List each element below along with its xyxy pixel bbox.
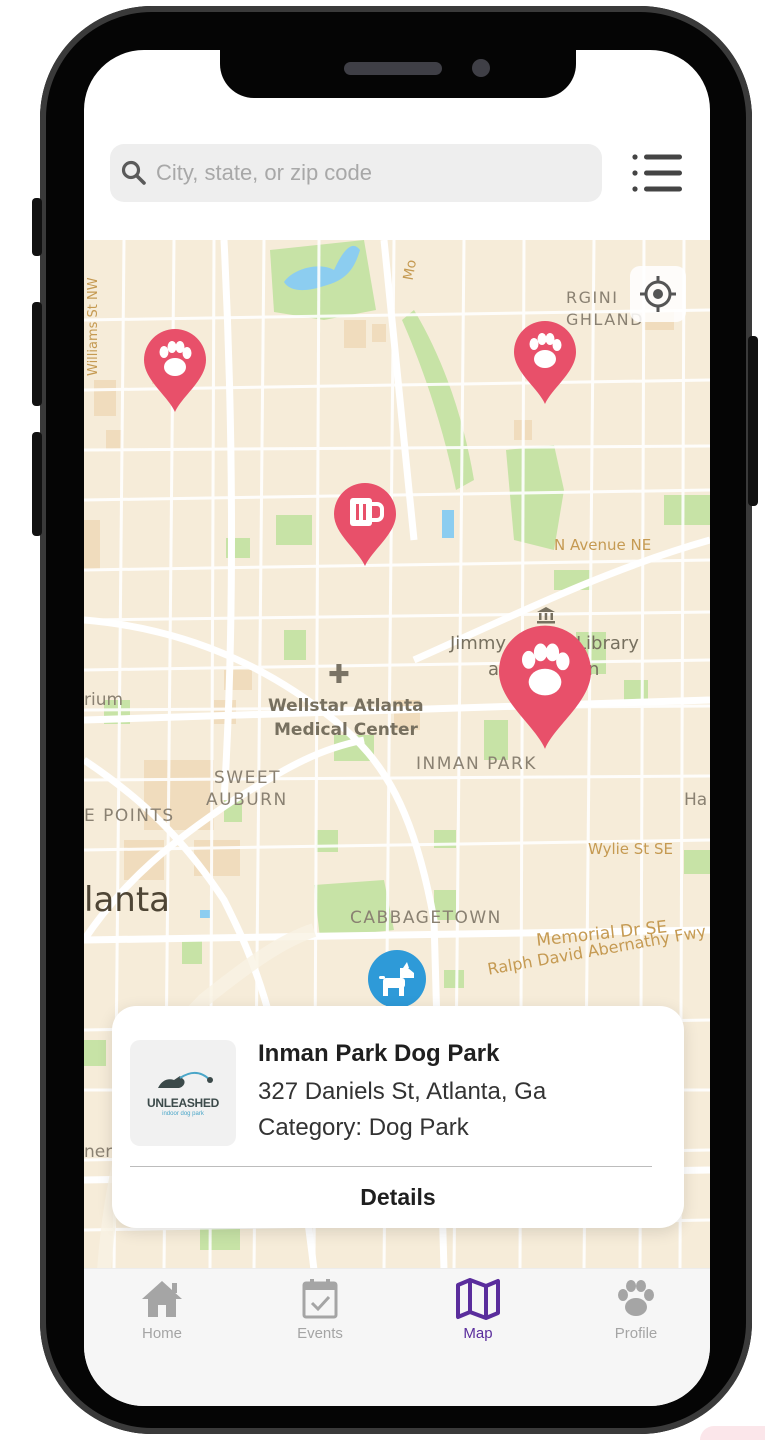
map-pin-beer[interactable]: [332, 482, 398, 568]
logo-text: UNLEASHED: [147, 1096, 219, 1110]
library-icon: [537, 607, 555, 624]
paw-icon: [618, 1280, 654, 1316]
tab-events-label: Events: [297, 1325, 343, 1342]
hospital-icon: ✚: [328, 660, 350, 690]
side-button-volume-up: [32, 302, 42, 406]
district-label-sweet: SWEET: [214, 768, 281, 788]
card-divider: [130, 1166, 652, 1167]
place-info-card[interactable]: UNLEASHED indoor dog park Inman Park Dog…: [112, 1006, 684, 1228]
tab-map[interactable]: Map: [418, 1277, 538, 1357]
district-label-auburn: AUBURN: [206, 790, 288, 810]
calendar-check-icon: [302, 1279, 338, 1319]
tab-home[interactable]: Home: [102, 1277, 222, 1357]
tab-profile[interactable]: Profile: [576, 1277, 696, 1357]
tab-events[interactable]: Events: [260, 1277, 380, 1357]
district-label-cabbagetown: CABBAGETOWN: [350, 908, 502, 928]
street-label-williams: Williams St NW: [86, 277, 101, 376]
district-label-ha: Ha: [684, 790, 708, 810]
search-input[interactable]: [154, 159, 588, 187]
bottom-tab-bar: Home Events Map Profile: [84, 1268, 710, 1406]
crosshair-icon: [640, 276, 676, 312]
street-label-wylie: Wylie St SE: [588, 840, 673, 858]
poi-label-wellstar-2: Medical Center: [274, 720, 418, 740]
home-icon: [142, 1281, 182, 1317]
search-bar[interactable]: [110, 144, 602, 202]
place-title: Inman Park Dog Park: [258, 1040, 500, 1067]
map-pin-paw-2[interactable]: [512, 320, 578, 406]
logo-subtitle: indoor dog park: [162, 1111, 204, 1117]
phone-screen: Williams St NW Mo N Avenue NE RGINI GHLA…: [84, 50, 710, 1406]
map-pin-dog[interactable]: [366, 948, 428, 1010]
district-label-ner: ner: [84, 1142, 113, 1162]
poi-label-wellstar-1: Wellstar Atlanta: [268, 696, 424, 716]
tab-home-label: Home: [141, 1325, 182, 1342]
phone-speaker: [344, 62, 442, 75]
tab-map-label: Map: [463, 1325, 493, 1342]
district-label-rium: rium: [84, 690, 124, 710]
map-icon: [456, 1278, 500, 1320]
map-pin-paw-1[interactable]: [142, 328, 208, 414]
side-button-mute: [32, 198, 42, 256]
city-label-atlanta: lanta: [84, 880, 170, 920]
street-label-n-avenue: N Avenue NE: [554, 536, 652, 554]
tab-profile-label: Profile: [614, 1325, 658, 1342]
map-pin-paw-selected[interactable]: [496, 624, 594, 752]
place-thumbnail: UNLEASHED indoor dog park: [130, 1040, 236, 1146]
place-category: Category: Dog Park: [258, 1114, 469, 1141]
list-icon: [632, 154, 682, 192]
locate-me-button[interactable]: [630, 266, 686, 322]
district-label-virginia-1: RGINI: [566, 288, 619, 307]
district-label-inman-park: INMAN PARK: [416, 754, 537, 774]
search-icon: [121, 160, 146, 185]
district-label-points: E POINTS: [84, 806, 175, 826]
bottom-accent: [700, 1426, 765, 1440]
phone-camera: [472, 59, 490, 77]
place-address: 327 Daniels St, Atlanta, Ga: [258, 1078, 547, 1105]
side-button-power: [748, 336, 758, 506]
details-button[interactable]: Details: [112, 1168, 684, 1226]
side-button-volume-down: [32, 432, 42, 536]
dog-leash-logo-icon: [158, 1072, 213, 1088]
list-view-button[interactable]: [628, 148, 688, 198]
